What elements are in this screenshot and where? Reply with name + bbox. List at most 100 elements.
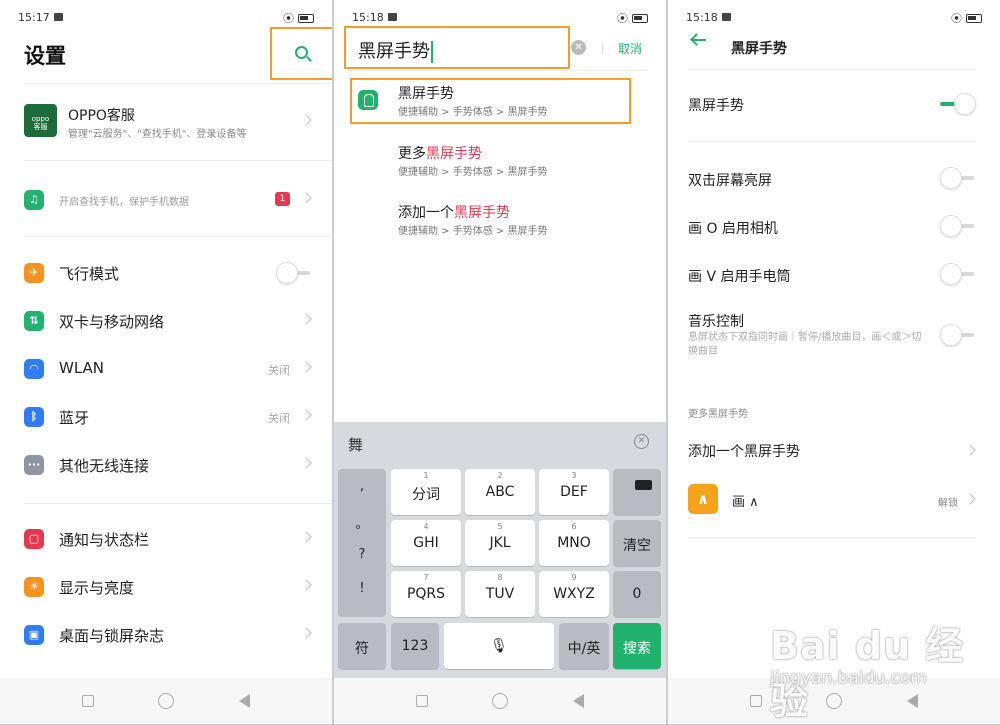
watermark-url: jingyan.baidu.com bbox=[770, 668, 927, 688]
back-arrow-icon[interactable] bbox=[692, 39, 706, 41]
home-icon[interactable] bbox=[492, 693, 509, 709]
key-1[interactable]: 1 分词 bbox=[391, 469, 461, 515]
key-9[interactable]: 9 WXYZ bbox=[539, 571, 609, 617]
key-3[interactable]: 3 DEF bbox=[539, 469, 609, 515]
key-8[interactable]: 8 TUV bbox=[465, 571, 535, 617]
clear-key[interactable]: 清空 bbox=[613, 520, 661, 566]
clear-icon[interactable]: ✕ bbox=[571, 40, 586, 55]
recent-apps-icon[interactable] bbox=[82, 695, 95, 707]
punct-key[interactable]: 。 bbox=[338, 513, 386, 532]
settings-item-label: 桌面与锁屏杂志 bbox=[59, 627, 165, 645]
find-phone-label: 开启查找手机，保护手机数据 bbox=[59, 197, 189, 208]
add-gesture-button[interactable]: 添加一个黑屏手势 bbox=[688, 441, 800, 461]
status-time: 15:18 bbox=[352, 11, 384, 24]
result-path: 便捷辅助 > 手势体感 > 黑屏手势 bbox=[398, 107, 548, 118]
settings-item-wlan[interactable]: ◠ WLAN 关闭 bbox=[0, 345, 332, 393]
status-icons: ⦿ bbox=[283, 10, 314, 26]
oppo-service-title[interactable]: OPPO客服 bbox=[68, 105, 135, 125]
search-button[interactable] bbox=[270, 27, 332, 80]
sim-icon: ⇅ bbox=[24, 311, 44, 331]
settings-item-wallpaper[interactable]: ▣ 桌面与锁屏杂志 bbox=[0, 611, 332, 659]
image-notification-icon bbox=[388, 13, 397, 21]
backspace-key[interactable] bbox=[613, 469, 661, 515]
wireless-icon: ··· bbox=[24, 455, 44, 475]
nav-bar bbox=[0, 678, 332, 724]
settings-item-label: WLAN bbox=[59, 359, 105, 377]
result-title: 黑屏手势 bbox=[398, 86, 454, 102]
mic-icon: 🎙 bbox=[490, 638, 508, 654]
gesture-app-icon bbox=[358, 90, 378, 110]
status-icons: ⦿ bbox=[617, 10, 648, 26]
battery-icon bbox=[966, 13, 982, 23]
page-title: 设置 bbox=[24, 44, 66, 68]
candidate-word[interactable]: 舞 bbox=[348, 434, 363, 455]
settings-item-bluetooth[interactable]: ᛒ 蓝牙 关闭 bbox=[0, 393, 332, 441]
search-result[interactable]: 添加一个黑屏手势 bbox=[398, 202, 510, 222]
oppo-logo: oppo 客服 bbox=[24, 104, 57, 137]
music-desc: 息屏状态下双指同时画｜暂停/播放曲目，画＜或＞切换曲目 bbox=[688, 332, 922, 357]
key-4[interactable]: 4 GHI bbox=[391, 520, 461, 566]
airplane-icon: ✈ bbox=[24, 263, 44, 283]
punct-key[interactable]: ? bbox=[338, 547, 386, 562]
search-input[interactable]: 黑屏手势 bbox=[344, 26, 570, 69]
settings-item-label: 双卡与移动网络 bbox=[59, 313, 165, 331]
settings-item-label: 飞行模式 bbox=[59, 265, 120, 283]
result-highlight: 黑屏手势 bbox=[426, 146, 482, 162]
close-keyboard-icon[interactable]: ✕ bbox=[634, 434, 649, 449]
home-icon[interactable] bbox=[158, 693, 175, 709]
vibrate-icon: ⦿ bbox=[283, 12, 294, 25]
music-toggle[interactable] bbox=[940, 324, 976, 346]
draw-o-toggle[interactable] bbox=[940, 215, 976, 237]
chevron-right-icon bbox=[300, 531, 312, 543]
search-result[interactable]: 更多黑屏手势 bbox=[398, 143, 482, 163]
master-toggle[interactable] bbox=[940, 93, 976, 115]
result-highlight: 黑屏手势 bbox=[454, 205, 510, 221]
search-icon bbox=[295, 46, 308, 59]
settings-item-notification[interactable]: ▢ 通知与状态栏 bbox=[0, 515, 332, 563]
settings-item-display[interactable]: ☀ 显示与亮度 bbox=[0, 563, 332, 611]
back-icon[interactable] bbox=[238, 694, 250, 708]
status-time: 15:17 bbox=[18, 11, 50, 24]
search-key[interactable]: 搜索 bbox=[613, 623, 661, 669]
draw-v-toggle[interactable] bbox=[940, 263, 976, 285]
cancel-button[interactable]: 取消 bbox=[618, 40, 642, 57]
punct-key[interactable]: , bbox=[338, 479, 386, 494]
settings-item-label: 其他无线连接 bbox=[59, 457, 150, 475]
recent-apps-icon[interactable] bbox=[416, 695, 429, 707]
oppo-service-desc: 管理"云服务"、"查找手机"、登录设备等 bbox=[68, 129, 247, 140]
punct-key[interactable]: ! bbox=[338, 581, 386, 596]
recent-apps-icon[interactable] bbox=[750, 695, 763, 707]
wallpaper-icon: ▣ bbox=[24, 625, 44, 645]
back-icon[interactable] bbox=[572, 694, 584, 708]
key-5[interactable]: 5 JKL bbox=[465, 520, 535, 566]
settings-item-airplane[interactable]: ✈ 飞行模式 bbox=[0, 249, 332, 297]
gesture-action: 解锁 bbox=[938, 498, 958, 509]
lang-switch-key[interactable]: 中/英 bbox=[559, 623, 609, 669]
key-0[interactable]: 0 bbox=[613, 571, 661, 617]
gesture-label[interactable]: 画 ∧ bbox=[732, 491, 759, 510]
settings-item-label: 蓝牙 bbox=[59, 409, 90, 427]
search-query: 黑屏手势 bbox=[358, 41, 430, 62]
chevron-right-icon bbox=[300, 457, 312, 469]
settings-item-label: 通知与状态栏 bbox=[59, 531, 150, 549]
key-7[interactable]: 7 PQRS bbox=[391, 571, 461, 617]
result-prefix: 添加一个 bbox=[398, 205, 454, 221]
notification-icon: ▢ bbox=[24, 529, 44, 549]
space-mic-key[interactable]: 🎙 bbox=[444, 623, 554, 669]
key-6[interactable]: 6 MNO bbox=[539, 520, 609, 566]
number-key[interactable]: 123 bbox=[391, 623, 439, 669]
option-label: 音乐控制 bbox=[688, 314, 744, 330]
bell-icon: ♫ bbox=[24, 190, 44, 210]
punctuation-column[interactable]: , 。 ? ! bbox=[338, 469, 386, 617]
result-prefix: 更多 bbox=[398, 146, 426, 162]
result-path: 便捷辅助 > 手势体感 > 黑屏手势 bbox=[398, 167, 548, 178]
settings-item-label: 显示与亮度 bbox=[59, 579, 135, 597]
symbol-key[interactable]: 符 bbox=[338, 623, 386, 669]
double-tap-toggle[interactable] bbox=[940, 167, 976, 189]
airplane-toggle[interactable] bbox=[276, 262, 312, 284]
wifi-icon: ◠ bbox=[24, 359, 44, 379]
status-bar: 15:17 ⦿ bbox=[18, 10, 314, 26]
settings-item-wireless[interactable]: ··· 其他无线连接 bbox=[0, 441, 332, 489]
key-2[interactable]: 2 ABC bbox=[465, 469, 535, 515]
settings-item-sim[interactable]: ⇅ 双卡与移动网络 bbox=[0, 297, 332, 345]
